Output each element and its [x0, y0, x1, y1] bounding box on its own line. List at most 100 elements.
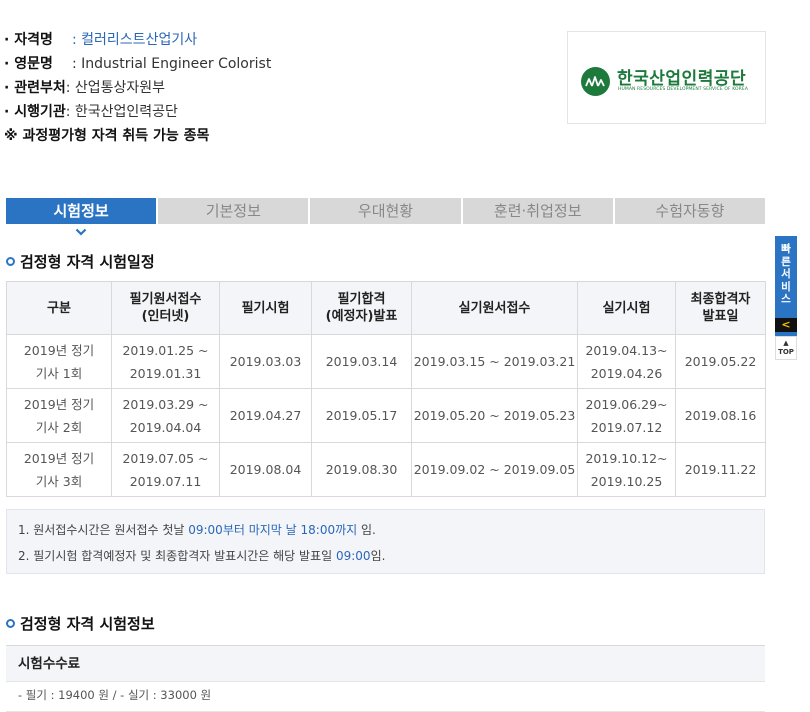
table-cell-text: 2019.11.22	[684, 462, 757, 477]
table-cell: 2019.07.05 ~ 2019.07.11	[111, 442, 220, 497]
table-cell: 2019.03.14	[311, 334, 412, 389]
table-cell-text: 2019.05.20 ~ 2019.05.23	[413, 408, 576, 423]
table-cell: 2019.09.02 ~ 2019.09.05	[411, 442, 578, 497]
table-cell-text: 2019.04.26	[590, 365, 663, 381]
qualification-name-row: · 자격명 : 컬러리스트산업기사	[4, 28, 544, 52]
table-row: 2019년 정기 기사 3회 2019.07.05 ~2019.07.11 2019.…	[6, 442, 766, 497]
table-row: 2019년 정기 기사 2회 2019.03.29 ~2019.04.04 2019.…	[6, 388, 766, 443]
table-cell-text: 2019.01.31	[129, 365, 202, 381]
hrdk-emblem-icon	[581, 67, 610, 96]
table-cell-text: 2019년 정기	[23, 450, 95, 466]
table-cell-text: 2019년 정기	[23, 396, 95, 412]
table-cell-text: 2019.07.12	[590, 419, 663, 435]
english-name-label: · 영문명	[4, 56, 53, 72]
english-name-value: : Industrial Engineer Colorist	[72, 56, 272, 72]
table-cell: 2019.03.15 ~ 2019.03.21	[411, 334, 578, 389]
tab-preferential[interactable]: 우대현황	[310, 198, 463, 224]
note-suffix: 임.	[370, 549, 386, 563]
table-cell-text: 2019.04.13~	[585, 342, 668, 358]
ministry-row: · 관련부처: 산업통상자원부	[4, 76, 544, 100]
logo-english-text: HUMAN RESOURCES DEVELOPMENT SERVICE OF K…	[618, 87, 749, 92]
table-cell-text: 2019.06.29~	[585, 396, 668, 412]
logo-korean-text: 한국산업인력공단	[617, 69, 747, 89]
top-label: TOP	[778, 348, 794, 356]
note-prefix: 2. 필기시험 합격예정자 및 최종합격자 발표시간은 해당 발표일	[18, 549, 336, 563]
tab-training-employment[interactable]: 훈련·취업정보	[462, 198, 615, 224]
up-arrow-icon: ▲	[783, 339, 789, 347]
table-cell-text: 2019.08.04	[229, 462, 302, 477]
quick-service-menu: 빠른서비스 < ▲ TOP	[775, 236, 797, 360]
exam-schedule-table: 구분 필기원서접수 (인터넷) 필기시험 필기합격 (예정자)발표 실기원서접수 실기시험 최종…	[6, 281, 766, 497]
schedule-header-text: 실기시험	[602, 300, 651, 316]
table-cell: 2019.05.20 ~ 2019.05.23	[411, 388, 578, 443]
schedule-notes: 1. 원서접수시간은 원서접수 첫날 09:00부터 마지막 날 18:00까지…	[6, 509, 765, 574]
schedule-header-cell: 필기시험	[219, 281, 312, 335]
table-cell: 2019.04.27	[219, 388, 312, 443]
table-cell-text: 2019.07.05 ~	[122, 450, 209, 466]
note-suffix: 임.	[357, 523, 376, 537]
tab-exam-info[interactable]: 시험정보	[6, 198, 159, 224]
table-cell: 2019.05.22	[675, 334, 766, 389]
info-section-title-text: 검정형 자격 시험정보	[20, 615, 155, 633]
schedule-section-title: 검정형 자격 시험일정	[6, 251, 155, 272]
table-cell-text: 2019.09.02 ~ 2019.09.05	[413, 462, 576, 477]
table-cell: 2019.05.17	[311, 388, 412, 443]
schedule-header-text: (예정자)발표	[325, 309, 398, 324]
table-cell-text: 2019.03.15 ~ 2019.03.21	[413, 354, 576, 369]
schedule-header-cell: 필기원서접수 (인터넷)	[111, 281, 220, 335]
exam-fee-text: - 필기 : 19400 원 / - 실기 : 33000 원	[6, 682, 765, 712]
schedule-header-row: 구분 필기원서접수 (인터넷) 필기시험 필기합격 (예정자)발표 실기원서접수 실기시험 최종…	[6, 281, 766, 335]
table-cell-text: 2019.05.17	[325, 408, 398, 423]
table-cell-text: 2019년 정기	[23, 342, 95, 358]
course-eval-note: ※ 과정평가형 자격 취득 가능 종목	[4, 128, 210, 144]
table-cell: 2019.10.12~ 2019.10.25	[577, 442, 676, 497]
hrdk-logo: 한국산업인력공단 HUMAN RESOURCES DEVELOPMENT SER…	[567, 31, 766, 124]
tab-basic-info[interactable]: 기본정보	[158, 198, 311, 224]
info-section-title: 검정형 자격 시험정보	[6, 613, 155, 634]
table-row: 2019년 정기 기사 1회 2019.01.25 ~2019.01.31 2019.…	[6, 334, 766, 389]
schedule-header-text: 최종합격자	[690, 292, 751, 307]
schedule-section-title-text: 검정형 자격 시험일정	[20, 253, 155, 271]
agency-label: · 시행기관	[4, 104, 66, 120]
note-highlight: 09:00	[335, 549, 371, 563]
table-cell: 2019년 정기기사 3회	[6, 442, 112, 497]
quick-menu-toggle-icon[interactable]: <	[775, 318, 797, 332]
schedule-header-cell: 필기합격 (예정자)발표	[311, 281, 412, 335]
quick-service-label-char: 빠	[781, 243, 791, 255]
table-cell: 2019.04.13~ 2019.04.26	[577, 334, 676, 389]
table-cell: 2019.06.29~ 2019.07.12	[577, 388, 676, 443]
tab-examinee-trends[interactable]: 수험자동향	[614, 198, 766, 224]
scroll-top-button[interactable]: ▲ TOP	[775, 336, 797, 360]
schedule-header-text: 구분	[47, 300, 71, 316]
schedule-header-cell: 최종합격자발표일	[675, 281, 766, 335]
table-cell: 2019.01.25 ~ 2019.01.31	[111, 334, 220, 389]
table-cell: 2019.08.04	[219, 442, 312, 497]
qualification-name-value: : 컬러리스트산업기사	[72, 32, 198, 48]
schedule-header-text: 발표일	[702, 309, 739, 324]
exam-fee-header: 시험수수료	[6, 645, 765, 682]
agency-row: · 시행기관: 한국산업인력공단	[4, 100, 544, 124]
note-line: 1. 원서접수시간은 원서접수 첫날 09:00부터 마지막 날 18:00까지…	[18, 517, 764, 543]
note-highlight: 09:00부터 마지막 날 18:00까지	[188, 523, 358, 537]
info-tabs: 시험정보 기본정보 우대현황 훈련·취업정보 수험자동향	[6, 198, 766, 224]
table-cell: 2019.08.16	[675, 388, 766, 443]
note-line: 2. 필기시험 합격예정자 및 최종합격자 발표시간은 해당 발표일 09:00…	[18, 543, 764, 569]
note-prefix: 1. 원서접수시간은 원서접수 첫날	[18, 523, 189, 537]
english-name-row: · 영문명 : Industrial Engineer Colorist	[4, 52, 544, 76]
table-cell-text: 2019.03.03	[229, 354, 302, 369]
table-cell-text: 2019.07.11	[129, 473, 202, 489]
qualification-name-label: · 자격명	[4, 32, 53, 48]
section-bullet-icon	[6, 257, 15, 266]
table-cell-text: 2019.04.27	[229, 408, 302, 423]
table-cell: 2019.03.03	[219, 334, 312, 389]
table-cell-text: 2019.03.29 ~	[122, 396, 209, 412]
table-cell-text: 2019.08.16	[684, 408, 757, 423]
table-cell: 2019년 정기 기사 1회	[6, 334, 112, 389]
table-cell-text: 기사 3회	[35, 473, 83, 489]
table-cell-text: 2019.01.25 ~	[122, 342, 209, 358]
table-cell-text: 2019.10.12~	[585, 450, 668, 466]
table-cell-text: 기사 2회	[35, 419, 83, 435]
schedule-header-text: 실기원서접수	[458, 300, 531, 316]
table-cell: 2019.08.30	[311, 442, 412, 497]
active-tab-caret-icon	[75, 228, 87, 236]
